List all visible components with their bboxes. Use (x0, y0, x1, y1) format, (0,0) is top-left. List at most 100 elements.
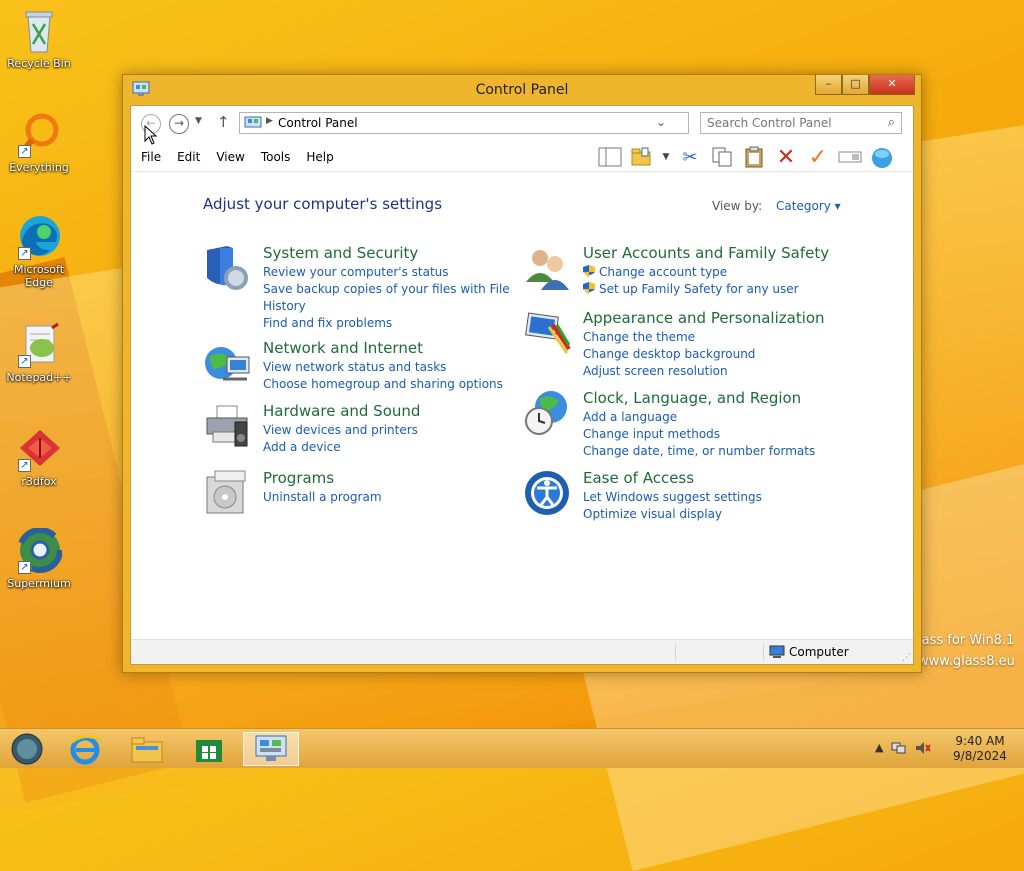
search-input[interactable] (705, 113, 875, 133)
chevron-down-icon: ▼ (662, 152, 670, 162)
ease-of-access-icon[interactable] (523, 469, 571, 517)
properties-button[interactable]: ✓ (804, 145, 832, 170)
link-choose-homegroup[interactable]: Choose homegroup and sharing options (263, 376, 503, 393)
desktop-icon-supermium[interactable]: ↗ Supermium (4, 527, 74, 590)
category-title[interactable]: User Accounts and Family Safety (583, 244, 829, 262)
address-bar[interactable]: ▶ Control Panel ⌄ ↻ (239, 112, 716, 134)
minimize-button[interactable]: – (815, 75, 842, 95)
link-change-the-theme[interactable]: Change the theme (583, 329, 755, 346)
scissors-icon: ✂ (682, 146, 698, 168)
desktop-icon-recycle-bin[interactable]: Recycle Bin (4, 8, 74, 70)
view-by-label: View by: (712, 199, 763, 213)
watermark-line: lass for Win8.1 (918, 633, 1015, 648)
clock-date: 9/8/2024 (953, 749, 1007, 763)
paste-button[interactable] (740, 145, 768, 169)
breadcrumb-control-panel[interactable]: Control Panel (278, 116, 358, 130)
search-box[interactable]: ⌕ (700, 112, 902, 134)
up-button[interactable]: ↑ (217, 113, 230, 131)
watermark-line: www.glass8.eu (918, 654, 1015, 669)
view-by-dropdown[interactable]: Category ▾ (776, 199, 841, 213)
taskbar-internet-explorer[interactable] (62, 732, 108, 766)
everything-icon: ↗ (16, 112, 62, 158)
link-save-backup-copies[interactable]: Save backup copies of your files with Fi… (263, 281, 510, 298)
address-dropdown-icon[interactable]: ⌄ (656, 115, 666, 129)
printer-icon[interactable] (203, 402, 251, 450)
link-uninstall-a-program[interactable]: Uninstall a program (263, 489, 382, 506)
cut-button[interactable]: ✂ (676, 145, 704, 169)
recent-locations-button[interactable]: ▼ (195, 116, 202, 126)
title-bar[interactable]: Control Panel – □ ✕ (123, 75, 921, 105)
taskbar-control-panel[interactable] (243, 732, 299, 766)
show-hidden-icons-button[interactable]: ▲ (875, 741, 883, 758)
programs-icon[interactable] (203, 469, 251, 517)
folder-options-button[interactable] (628, 145, 656, 169)
category-title[interactable]: Clock, Language, and Region (583, 389, 801, 407)
link-view-network-status[interactable]: View network status and tasks (263, 359, 503, 376)
rename-button[interactable] (836, 145, 864, 169)
category-title[interactable]: Appearance and Personalization (583, 309, 825, 327)
link-change-account-type[interactable]: Change account type (583, 264, 799, 281)
category-title[interactable]: Hardware and Sound (263, 402, 420, 420)
content-area: Adjust your computer's settings View by:… (131, 172, 913, 638)
link-add-a-device[interactable]: Add a device (263, 439, 418, 456)
start-button[interactable] (4, 732, 50, 766)
folder-icon (631, 147, 651, 166)
clock-globe-icon[interactable] (523, 389, 571, 437)
menu-tools[interactable]: Tools (261, 150, 291, 164)
link-review-computer-status[interactable]: Review your computer's status (263, 264, 510, 281)
category-title[interactable]: Network and Internet (263, 339, 423, 357)
appearance-icon[interactable] (523, 309, 571, 357)
menu-edit[interactable]: Edit (177, 150, 200, 164)
taskbar-file-explorer[interactable] (124, 732, 170, 766)
uac-shield-icon (583, 265, 595, 278)
desktop-icon-notepad-plus-plus[interactable]: ↗ Notepad++ (4, 322, 74, 384)
link-view-devices-and-printers[interactable]: View devices and printers (263, 422, 418, 439)
taskbar-clock[interactable]: 9:40 AM 9/8/2024 (950, 734, 1010, 764)
menu-help[interactable]: Help (306, 150, 333, 164)
window-title: Control Panel (475, 82, 569, 98)
layout-pane-icon (598, 147, 622, 167)
link-optimize-visual-display[interactable]: Optimize visual display (583, 506, 762, 523)
control-panel-icon (255, 735, 287, 761)
desktop-icon-everything[interactable]: ↗ Everything (4, 112, 74, 174)
layout-pane-button[interactable] (596, 145, 624, 169)
resize-grip-icon[interactable]: ⋰ (902, 653, 911, 663)
status-separator (675, 644, 676, 661)
menu-file[interactable]: File (141, 150, 161, 164)
category-title[interactable]: Programs (263, 469, 334, 487)
network-icon[interactable] (203, 339, 251, 387)
close-button[interactable]: ✕ (869, 75, 915, 95)
link-change-date-time-formats[interactable]: Change date, time, or number formats (583, 443, 815, 460)
desktop-icon-r3dfox[interactable]: ↗ r3dfox (4, 426, 74, 488)
copy-button[interactable] (708, 145, 736, 169)
globe-icon (872, 148, 892, 168)
forward-button[interactable]: → (169, 114, 189, 134)
link-change-desktop-background[interactable]: Change desktop background (583, 346, 755, 363)
shell-globe-button[interactable] (868, 145, 896, 169)
shield-icon[interactable] (203, 244, 251, 292)
search-icon[interactable]: ⌕ (888, 115, 895, 130)
network-status-icon[interactable] (891, 741, 907, 758)
link-change-input-methods[interactable]: Change input methods (583, 426, 815, 443)
link-find-and-fix-problems[interactable]: Find and fix problems (263, 315, 510, 332)
menu-view[interactable]: View (216, 150, 244, 164)
link-save-backup-copies-continued[interactable]: History (263, 298, 510, 315)
taskbar-store[interactable] (186, 732, 232, 766)
folder-options-dropdown[interactable]: ▼ (660, 145, 672, 169)
link-adjust-screen-resolution[interactable]: Adjust screen resolution (583, 363, 755, 380)
category-title[interactable]: Ease of Access (583, 469, 694, 487)
desktop-icon-microsoft-edge[interactable]: ↗ Microsoft Edge (4, 214, 74, 289)
notepad-plus-plus-icon: ↗ (16, 322, 62, 368)
file-explorer-icon (131, 737, 163, 763)
category-title[interactable]: System and Security (263, 244, 418, 262)
link-add-a-language[interactable]: Add a language (583, 409, 815, 426)
rename-icon (838, 151, 862, 163)
breadcrumb-chevron-icon[interactable]: ▶ (266, 116, 273, 126)
maximize-button[interactable]: □ (842, 75, 869, 95)
clock-time: 9:40 AM (955, 734, 1005, 748)
delete-button[interactable]: ✕ (772, 145, 800, 170)
users-icon[interactable] (523, 244, 571, 292)
link-let-windows-suggest-settings[interactable]: Let Windows suggest settings (583, 489, 762, 506)
link-set-up-family-safety[interactable]: Set up Family Safety for any user (583, 281, 799, 298)
volume-muted-icon[interactable] (915, 741, 932, 758)
